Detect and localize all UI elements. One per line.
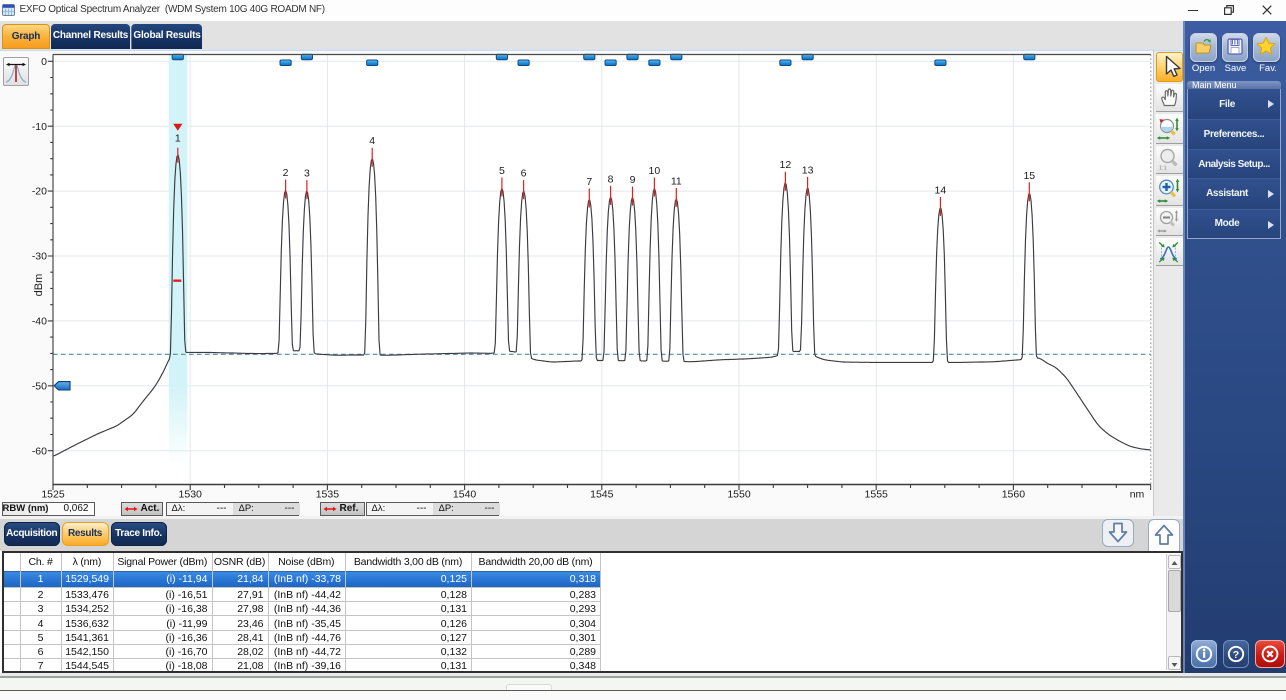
svg-text:-40: -40 [32, 316, 47, 328]
svg-text:10: 10 [649, 165, 661, 177]
svg-text:1525: 1525 [41, 489, 65, 501]
svg-text:11: 11 [671, 175, 682, 187]
svg-text:1550: 1550 [727, 489, 751, 501]
svg-text:1530: 1530 [179, 489, 203, 501]
svg-text:2: 2 [283, 167, 289, 179]
svg-text:0: 0 [41, 56, 47, 68]
svg-text:14: 14 [935, 185, 947, 197]
svg-text:4: 4 [369, 135, 375, 147]
svg-text:1555: 1555 [865, 489, 889, 501]
svg-text:13: 13 [802, 164, 814, 176]
svg-text:6: 6 [521, 168, 527, 180]
svg-text:1560: 1560 [1002, 489, 1026, 501]
svg-text:15: 15 [1023, 170, 1035, 182]
svg-text:dBm: dBm [33, 274, 45, 297]
svg-text:1: 1 [175, 132, 181, 144]
svg-text:1535: 1535 [316, 489, 340, 501]
svg-text:1545: 1545 [590, 489, 614, 501]
svg-text:-50: -50 [32, 380, 47, 392]
svg-text:7: 7 [586, 176, 592, 188]
svg-text:nm: nm [1130, 489, 1145, 501]
svg-text:-60: -60 [32, 445, 47, 457]
svg-text:12: 12 [780, 159, 792, 171]
svg-text:-10: -10 [32, 121, 47, 133]
svg-text:1:1: 1:1 [1159, 166, 1167, 172]
svg-text:1540: 1540 [453, 489, 477, 501]
svg-text:-30: -30 [32, 251, 47, 263]
svg-text:8: 8 [608, 173, 614, 185]
svg-text:9: 9 [630, 174, 636, 186]
svg-text:3: 3 [304, 168, 310, 180]
svg-text:5: 5 [499, 165, 505, 177]
svg-text:?: ? [1233, 649, 1239, 661]
svg-text:-20: -20 [32, 186, 47, 198]
